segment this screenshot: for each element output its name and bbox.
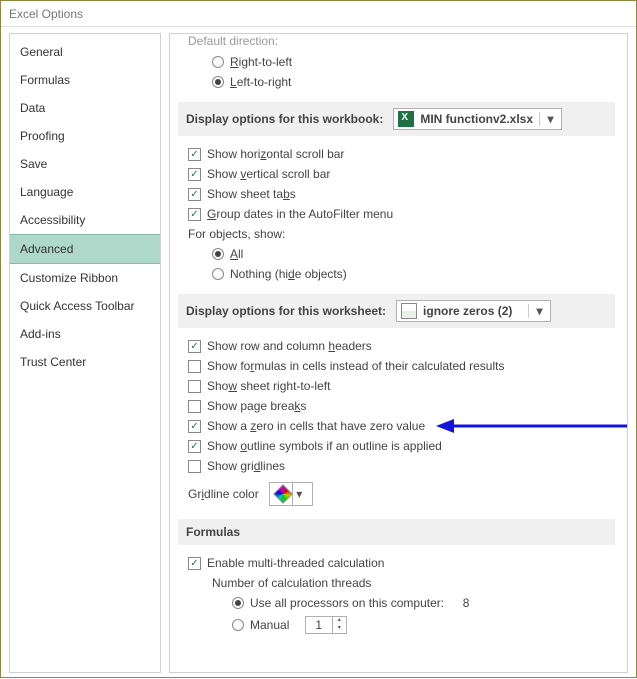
gridline-color-picker[interactable]: ▾ [269,482,313,506]
chk-row-col-headers[interactable] [188,340,201,353]
section-workbook-display: Display options for this workbook: MIN f… [178,102,615,136]
dialog-title: Excel Options [1,1,636,27]
manual-threads-spinner[interactable]: 1 ▴▾ [305,616,347,634]
num-threads-label: Number of calculation threads [184,573,615,593]
sidebar-item-addins[interactable]: Add-ins [10,320,160,348]
radio-objects-all-label: All [230,247,243,261]
chk-gridlines[interactable] [188,460,201,473]
sidebar-item-trust-center[interactable]: Trust Center [10,348,160,376]
chk-gridlines-label: Show gridlines [207,459,285,473]
sidebar-item-data[interactable]: Data [10,94,160,122]
radio-manual-label: Manual [250,618,289,632]
workbook-selector[interactable]: MIN functionv2.xlsx ▾ [393,108,562,130]
excel-file-icon [398,111,414,127]
chevron-down-icon: ▾ [292,483,306,505]
radio-left-to-right[interactable] [212,76,224,88]
chk-outline-symbols[interactable] [188,440,201,453]
chk-sheet-tabs[interactable] [188,188,201,201]
spin-up-icon[interactable]: ▴ [333,617,346,625]
chk-sheet-rtl[interactable] [188,380,201,393]
sidebar-item-qat[interactable]: Quick Access Toolbar [10,292,160,320]
sidebar-item-general[interactable]: General [10,38,160,66]
radio-manual-threads[interactable] [232,619,244,631]
chk-zero-values-label: Show a zero in cells that have zero valu… [207,419,425,433]
chk-zero-values[interactable] [188,420,201,433]
worksheet-name: ignore zeros (2) [423,304,512,318]
dialog-body: General Formulas Data Proofing Save Lang… [1,27,636,679]
sidebar-item-language[interactable]: Language [10,178,160,206]
chk-page-breaks-label: Show page breaks [207,399,306,413]
radio-objects-all[interactable] [212,248,224,260]
chk-group-dates[interactable] [188,208,201,221]
radio-objects-nothing-label: Nothing (hide objects) [230,267,347,281]
section-worksheet-display: Display options for this worksheet: igno… [178,294,615,328]
chk-vscroll-label: Show vertical scroll bar [207,167,330,181]
workbook-name: MIN functionv2.xlsx [420,112,533,126]
chk-group-dates-label: Group dates in the AutoFilter menu [207,207,393,221]
chk-hscroll-label: Show horizontal scroll bar [207,147,344,161]
sidebar-item-accessibility[interactable]: Accessibility [10,206,160,234]
chk-multithread[interactable] [188,557,201,570]
chevron-down-icon: ▾ [528,304,546,318]
sidebar-item-proofing[interactable]: Proofing [10,122,160,150]
chk-row-col-headers-label: Show row and column headers [207,339,372,353]
section-workbook-label: Display options for this workbook: [186,112,383,126]
options-panel: Default direction: Right-to-left Left-to… [169,33,628,673]
processor-count: 8 [463,596,470,610]
gridline-color-label: Gridline color [188,487,259,501]
sidebar-item-customize-ribbon[interactable]: Customize Ribbon [10,264,160,292]
for-objects-label: For objects, show: [184,224,615,244]
default-direction-label: Default direction: [184,34,615,52]
section-formulas: Formulas [178,519,615,545]
worksheet-selector[interactable]: ignore zeros (2) ▾ [396,300,551,322]
annotation-arrow [434,416,627,436]
sidebar-item-advanced[interactable]: Advanced [10,234,160,264]
radio-objects-nothing[interactable] [212,268,224,280]
chk-page-breaks[interactable] [188,400,201,413]
chk-vscroll[interactable] [188,168,201,181]
radio-right-to-left[interactable] [212,56,224,68]
sidebar-item-save[interactable]: Save [10,150,160,178]
radio-right-to-left-label: Right-to-left [230,55,292,69]
chk-multithread-label: Enable multi-threaded calculation [207,556,384,570]
spin-down-icon[interactable]: ▾ [333,625,346,633]
chk-sheet-rtl-label: Show sheet right-to-left [207,379,330,393]
manual-threads-value: 1 [306,618,332,632]
category-sidebar: General Formulas Data Proofing Save Lang… [9,33,161,673]
chk-hscroll[interactable] [188,148,201,161]
radio-all-processors[interactable] [232,597,244,609]
section-formulas-label: Formulas [186,525,240,539]
worksheet-icon [401,303,417,319]
section-worksheet-label: Display options for this worksheet: [186,304,386,318]
chk-sheet-tabs-label: Show sheet tabs [207,187,296,201]
chk-outline-symbols-label: Show outline symbols if an outline is ap… [207,439,442,453]
radio-left-to-right-label: Left-to-right [230,75,291,89]
chk-show-formulas[interactable] [188,360,201,373]
chevron-down-icon: ▾ [539,112,557,126]
sidebar-item-formulas[interactable]: Formulas [10,66,160,94]
color-swatch-icon [273,484,293,504]
chk-show-formulas-label: Show formulas in cells instead of their … [207,359,504,373]
radio-all-processors-label: Use all processors on this computer: [250,596,444,610]
